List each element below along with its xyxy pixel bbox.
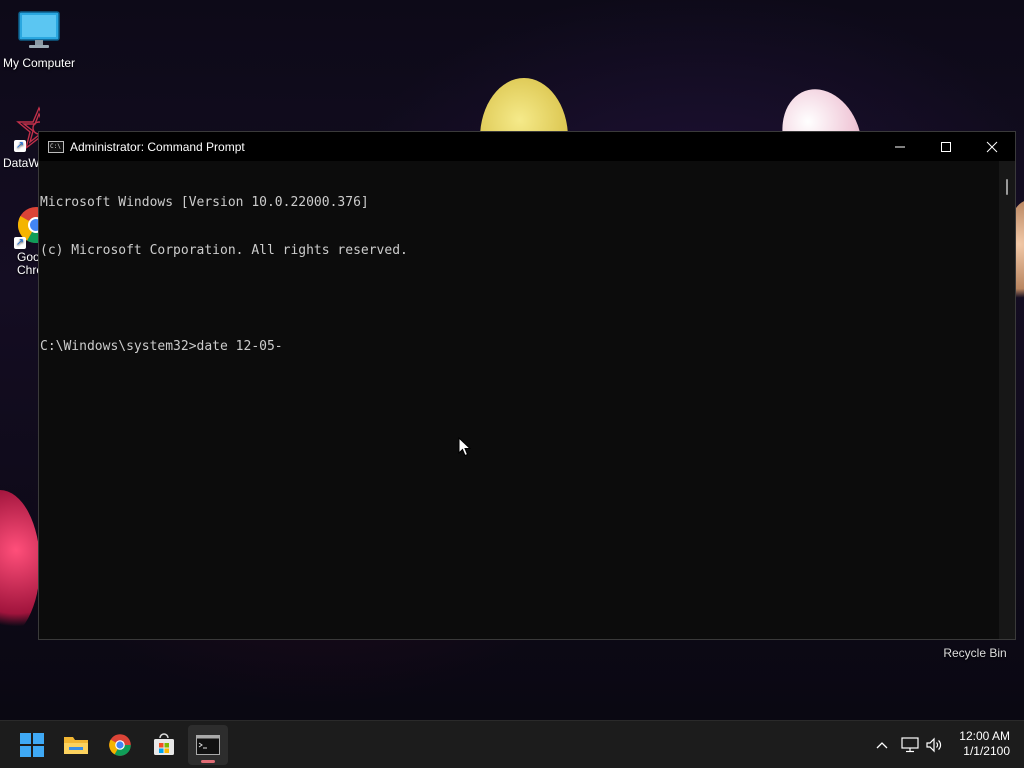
shortcut-arrow-icon: ↗: [14, 140, 26, 152]
wallpaper-shape: [0, 490, 40, 640]
windows-logo-icon: [20, 733, 44, 757]
network-button[interactable]: [900, 721, 920, 768]
desktop-icon-label: Recycle Bin: [943, 646, 1007, 660]
minimize-button[interactable]: [877, 132, 923, 161]
shortcut-arrow-icon: ↗: [14, 237, 26, 249]
start-button[interactable]: [12, 725, 52, 765]
console-line: Microsoft Windows [Version 10.0.22000.37…: [40, 195, 369, 210]
taskbar-chrome[interactable]: [100, 725, 140, 765]
maximize-button[interactable]: [923, 132, 969, 161]
desktop-icon-datawatch[interactable]: ↗ DataW: [0, 106, 40, 170]
console-line: (c) Microsoft Corporation. All rights re…: [40, 243, 408, 258]
network-icon: [901, 737, 919, 753]
clock-time: 12:00 AM: [959, 729, 1010, 743]
active-app-indicator: [201, 760, 215, 763]
close-button[interactable]: [969, 132, 1015, 161]
taskbar-file-explorer[interactable]: [56, 725, 96, 765]
cmd-icon: [196, 735, 220, 755]
volume-button[interactable]: [924, 721, 944, 768]
scrollbar-thumb[interactable]: [1006, 179, 1008, 195]
show-hidden-icons-button[interactable]: [872, 721, 892, 768]
monitor-icon: [0, 10, 78, 53]
console-input-line[interactable]: C:\Windows\system32>date 12-05-: [40, 339, 999, 355]
taskbar: 12:00 AM 1/1/2100: [0, 720, 1024, 768]
window-title: Administrator: Command Prompt: [70, 139, 245, 154]
cmd-icon: C:\: [48, 140, 64, 153]
desktop-icon-label: My Computer: [2, 56, 76, 70]
close-icon: [986, 141, 998, 152]
desktop-icon-google-chrome[interactable]: ↗ Goo Chro: [0, 205, 40, 277]
taskbar-microsoft-store[interactable]: [144, 725, 184, 765]
title-bar[interactable]: C:\ Administrator: Command Prompt: [39, 132, 1015, 161]
minimize-icon: [895, 146, 905, 147]
command-prompt-window[interactable]: C:\ Administrator: Command Prompt Micros…: [38, 131, 1016, 640]
speaker-icon: [926, 737, 942, 753]
store-icon: [154, 733, 174, 755]
desktop-icon-label: Goo Chro: [17, 250, 40, 277]
system-clock[interactable]: 12:00 AM 1/1/2100: [959, 729, 1010, 759]
clock-date: 1/1/2100: [963, 744, 1010, 758]
maximize-icon: [941, 141, 951, 152]
mouse-cursor-icon: [458, 436, 472, 461]
desktop-icon-my-computer[interactable]: My Computer: [0, 10, 78, 70]
taskbar-command-prompt[interactable]: [188, 725, 228, 765]
folder-icon: [64, 737, 88, 754]
desktop-icon-recycle-bin[interactable]: Recycle Bin: [930, 646, 1020, 660]
console-output[interactable]: Microsoft Windows [Version 10.0.22000.37…: [39, 161, 999, 639]
chevron-up-icon: [876, 742, 888, 749]
chrome-icon: [109, 734, 131, 756]
desktop-icon-label: DataW: [3, 156, 40, 170]
vertical-scrollbar[interactable]: [999, 161, 1015, 639]
